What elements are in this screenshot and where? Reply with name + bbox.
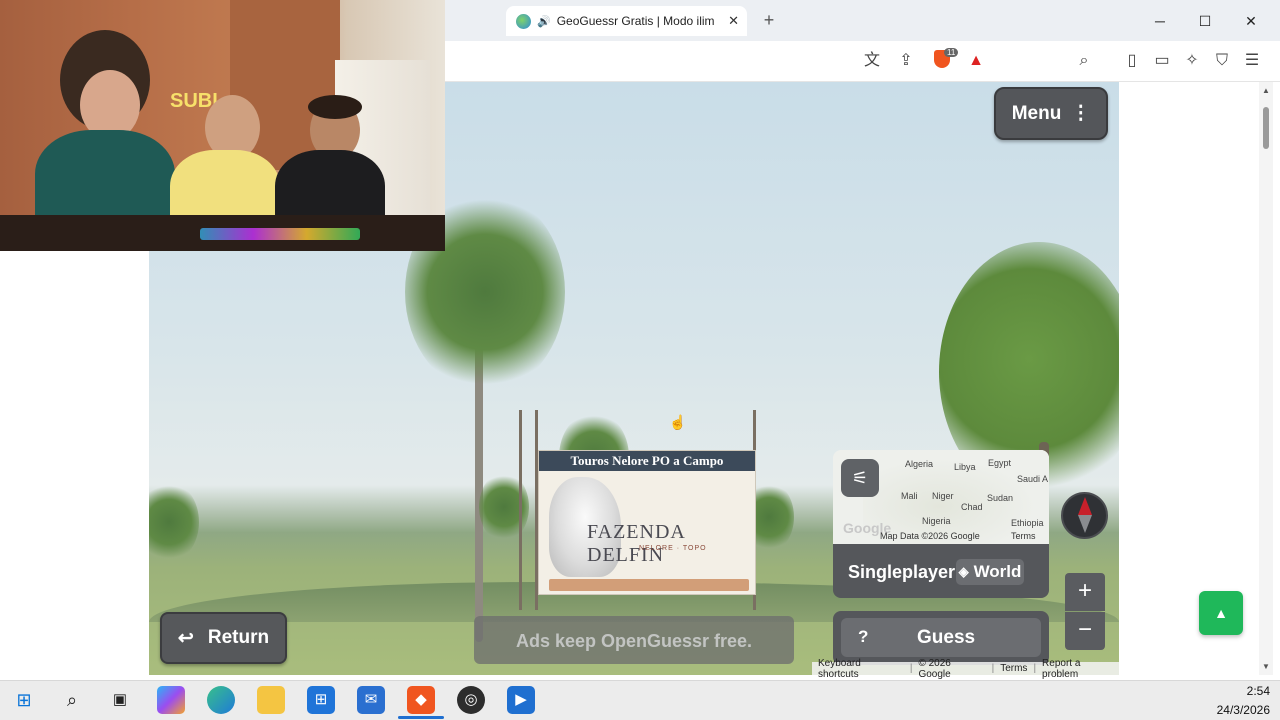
billboard-brand: FAZENDA DELFIN — [587, 521, 685, 566]
small-palm — [149, 482, 199, 562]
map-name: World — [973, 562, 1022, 581]
compass-north-needle-icon — [1078, 497, 1092, 515]
page-scrollbar[interactable] — [1259, 82, 1273, 675]
layers-icon: ◈ — [958, 564, 969, 579]
task-view-icon[interactable]: ▣ — [106, 686, 134, 714]
share-icon[interactable]: ⇪ — [895, 50, 917, 72]
brave-browser-icon[interactable]: ◆ — [407, 686, 435, 714]
sidebar-icon[interactable]: ▯ — [1121, 50, 1143, 72]
map-data-attribution: Map Data ©2026 Google — [880, 531, 980, 541]
scroll-to-top-button[interactable]: ▲ — [1199, 591, 1243, 635]
clock-date[interactable]: 24/3/2026 — [1205, 703, 1270, 717]
billboard-footer-strip — [549, 579, 749, 591]
return-button[interactable]: ↩ Return — [160, 612, 287, 664]
ads-banner: Ads keep OpenGuessr free. — [474, 616, 794, 664]
map-settings-sliders-icon[interactable]: ⚟ — [841, 459, 879, 497]
map-label: Libya — [954, 462, 976, 472]
vpn-icon[interactable]: ⛉ — [1211, 50, 1233, 72]
separator: | — [991, 663, 995, 674]
windows-taskbar — [0, 680, 1280, 720]
map-label: Nigeria — [922, 516, 951, 526]
tab-close-icon[interactable]: ✕ — [728, 13, 739, 29]
search-icon[interactable]: ⌕ — [58, 686, 86, 714]
minimize-button[interactable]: ─ — [1145, 10, 1175, 32]
map-terms-link[interactable]: Terms — [1011, 531, 1036, 541]
billboard-subtitle: NELORE · TOPO — [639, 545, 707, 552]
return-arrow-icon: ↩ — [177, 627, 194, 649]
file-explorer-icon[interactable] — [257, 686, 285, 714]
browser-tab[interactable]: 🔊 GeoGuessr Gratis | Modo ilim ✕ — [506, 6, 747, 36]
map-label: Saudi A — [1017, 474, 1049, 484]
brave-rewards-icon[interactable]: ▲ — [965, 50, 987, 72]
game-mode-panel: Singleplayer ◈ World — [833, 544, 1049, 598]
globe-favicon-icon — [516, 13, 531, 29]
person-hair — [308, 95, 362, 119]
keyboard-shortcuts-link[interactable]: Keyboard shortcuts — [818, 658, 904, 680]
guess-button[interactable]: ? Guess — [841, 618, 1041, 657]
zoom-in-button[interactable]: + — [1065, 573, 1105, 611]
help-icon: ? — [858, 627, 869, 646]
compass-south-needle-icon — [1078, 515, 1092, 533]
copilot-icon[interactable] — [157, 686, 185, 714]
map-selector-chip[interactable]: ◈ World — [956, 559, 1024, 585]
leo-ai-icon[interactable]: ✧ — [1181, 50, 1203, 72]
return-label: Return — [207, 627, 270, 648]
scrollbar-thumb[interactable] — [1263, 107, 1269, 149]
sign-post — [519, 410, 522, 610]
guess-label: Guess — [917, 627, 976, 648]
translate-icon[interactable]: 文 — [861, 50, 883, 72]
rgb-keyboard — [200, 228, 360, 240]
outlook-icon[interactable]: ✉ — [357, 686, 385, 714]
obs-studio-icon[interactable]: ◎ — [457, 686, 485, 714]
scroll-down-arrow-icon[interactable]: ▼ — [1261, 662, 1271, 671]
map-label: Sudan — [987, 493, 1014, 503]
clock-time[interactable]: 2:54 — [1218, 684, 1270, 698]
map-label: Ethiopia — [1011, 518, 1044, 528]
menu-label: Menu — [1011, 102, 1062, 124]
new-tab-button[interactable]: + — [759, 10, 779, 30]
menu-button[interactable]: Menu ⋮ — [994, 87, 1108, 140]
wallet-icon[interactable]: ▭ — [1151, 50, 1173, 72]
report-problem-link[interactable]: Report a problem — [1042, 658, 1119, 680]
map-label: Niger — [932, 491, 954, 501]
separator: | — [1033, 663, 1037, 674]
billboard-header: Touros Nelore PO a Campo — [539, 451, 755, 471]
windows-start-icon[interactable]: ⊞ — [10, 686, 38, 714]
tab-search-icon[interactable]: ⌕ — [1073, 50, 1095, 72]
edge-browser-icon[interactable] — [207, 686, 235, 714]
menu-hamburger-icon[interactable]: ☰ — [1241, 50, 1263, 72]
scroll-up-arrow-icon[interactable]: ▲ — [1261, 86, 1271, 95]
shields-badge: 11 — [944, 48, 959, 57]
google-attribution-bar: Keyboard shortcuts | © 2026 Google | Ter… — [812, 658, 1119, 680]
webcam-overlay: SUBI — [0, 0, 445, 251]
map-label: Chad — [961, 502, 983, 512]
zoom-out-button[interactable]: − — [1065, 612, 1105, 650]
audio-playing-icon[interactable]: 🔊 — [537, 15, 551, 28]
mode-label: Singleplayer — [848, 562, 956, 582]
farm-billboard: Touros Nelore PO a Campo FAZENDA DELFIN … — [538, 450, 756, 595]
map-label: Algeria — [905, 459, 934, 469]
active-app-indicator — [398, 716, 444, 719]
tab-title: GeoGuessr Gratis | Modo ilim — [556, 14, 715, 28]
terms-link[interactable]: Terms — [1000, 663, 1027, 674]
map-label: Mali — [901, 491, 918, 501]
separator: | — [909, 663, 913, 674]
map-label: Egypt — [988, 458, 1012, 468]
hand-cursor-icon: ☝ — [669, 414, 687, 430]
maximize-button[interactable]: ☐ — [1190, 10, 1220, 32]
microsoft-store-icon[interactable]: ⊞ — [307, 686, 335, 714]
copyright-text: © 2026 Google — [918, 657, 951, 680]
close-window-button[interactable]: ✕ — [1236, 10, 1266, 32]
more-vertical-icon: ⋮ — [1071, 103, 1091, 124]
media-player-icon[interactable]: ▶ — [507, 686, 535, 714]
